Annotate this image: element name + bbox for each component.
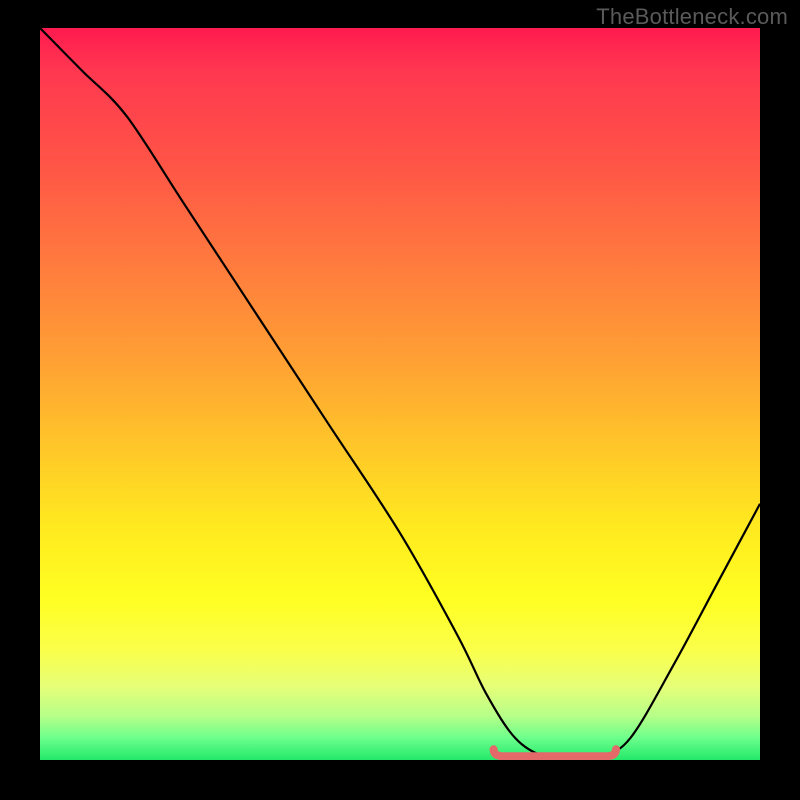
watermark-text: TheBottleneck.com [596,4,788,30]
optimal-range-marker [40,28,760,760]
chart-frame: TheBottleneck.com [0,0,800,800]
plot-area [40,28,760,760]
